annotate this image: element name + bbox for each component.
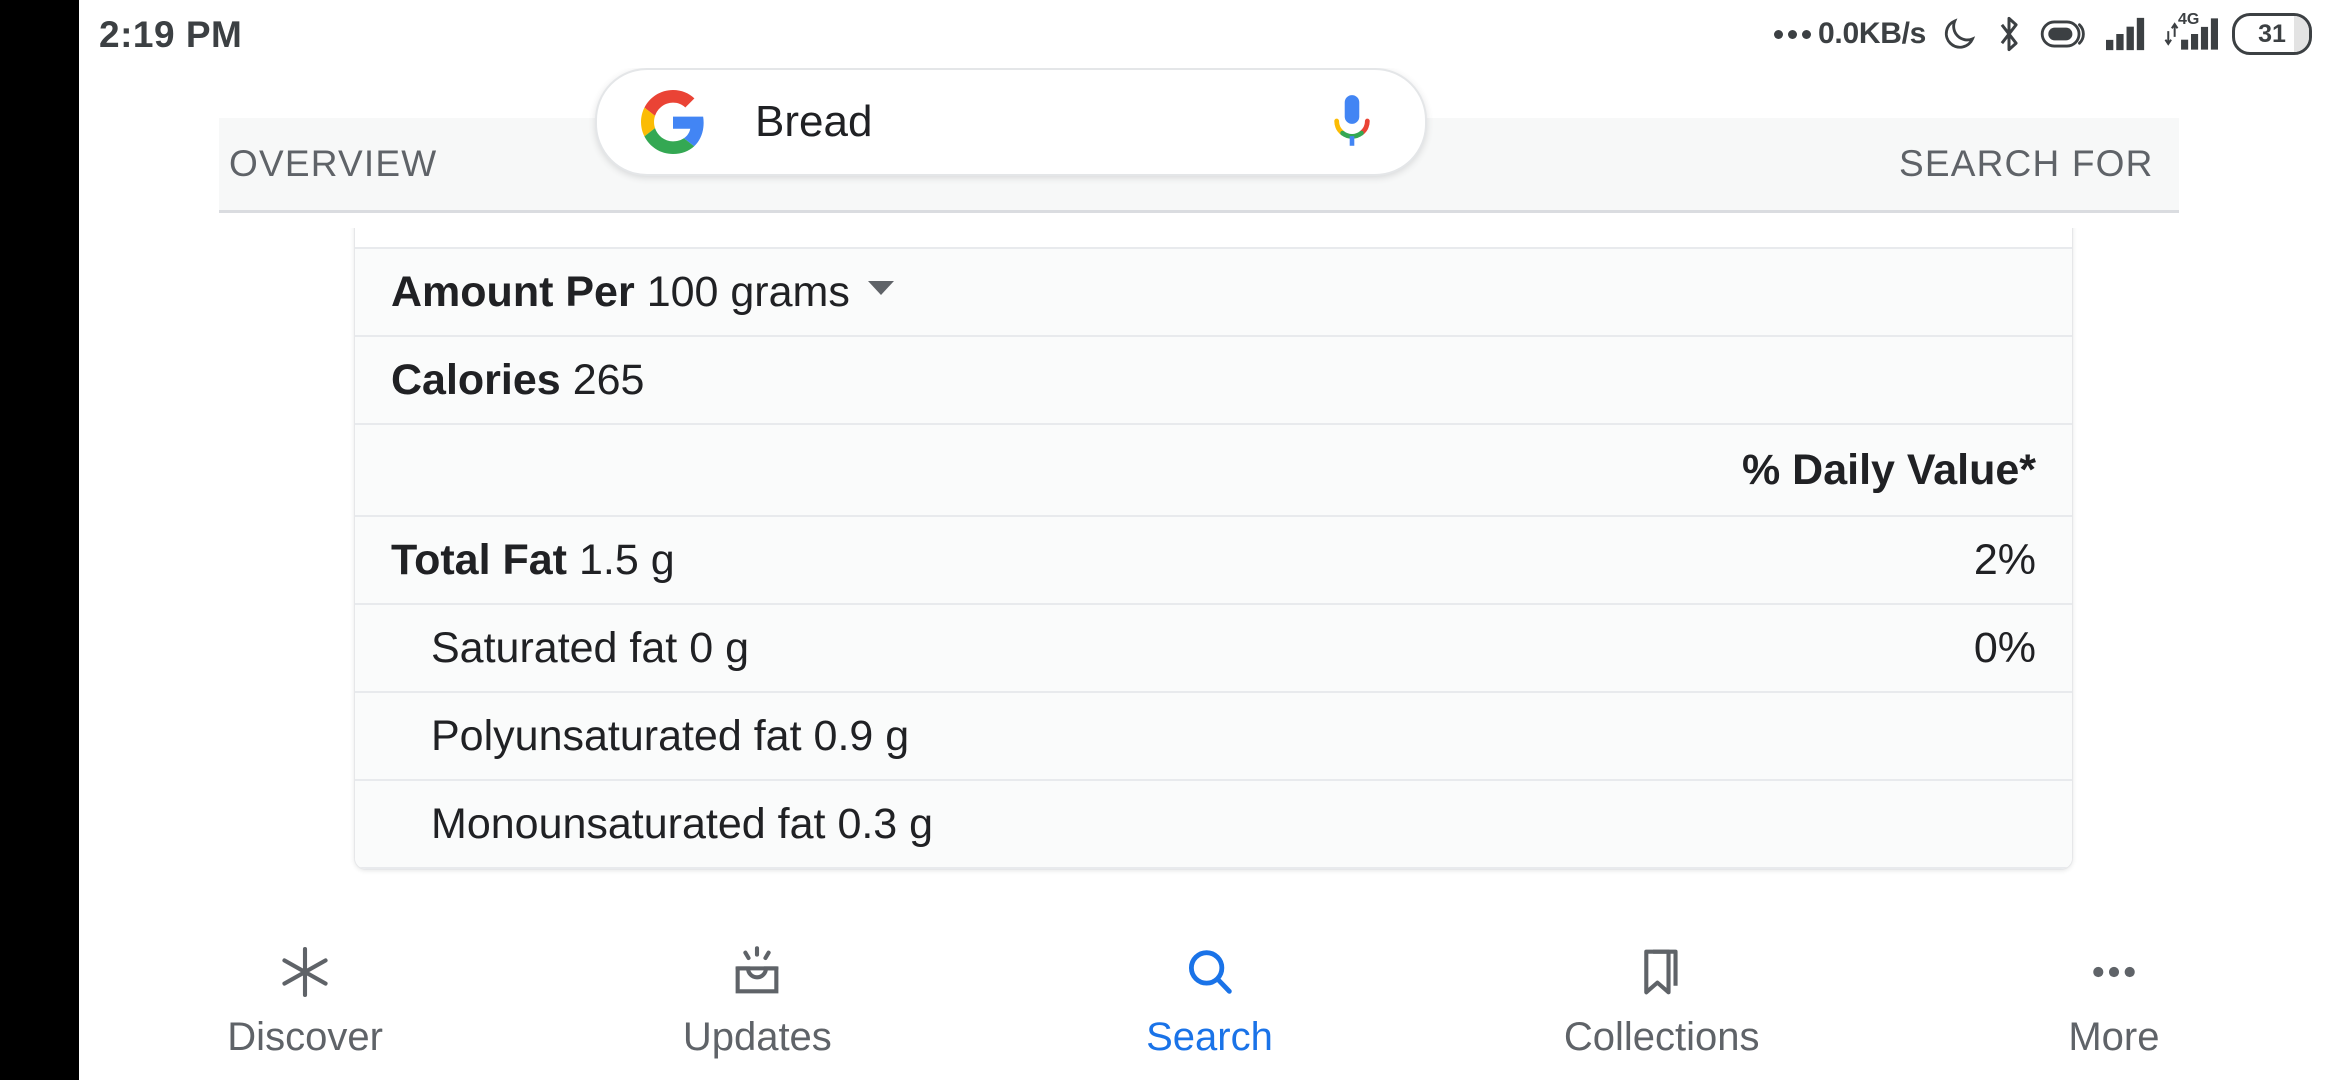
- network-speed-label: 0.0KB/s: [1818, 17, 1926, 50]
- nav-item-search[interactable]: Search: [983, 920, 1435, 1080]
- calories-label: Calories: [391, 355, 561, 404]
- nutrient-label: Polyunsaturated fat: [431, 711, 802, 760]
- ellipsis-icon: [1774, 29, 1812, 39]
- google-g-icon: [641, 90, 705, 154]
- network-type-label: 4G: [2178, 11, 2200, 28]
- daily-value-header-row: % Daily Value*: [355, 425, 2072, 517]
- inbox-rays-icon: [728, 941, 786, 1003]
- bottom-navigation-bar: Discover Updates Search Collections More: [79, 920, 2340, 1080]
- table-row: Saturated fat 0 g 0%: [355, 605, 2072, 693]
- bookmark-icon: [1633, 941, 1691, 1003]
- search-input[interactable]: Bread: [755, 97, 1329, 147]
- calories-value: 265: [572, 355, 645, 404]
- nav-label: Discover: [227, 1014, 383, 1059]
- chevron-down-icon[interactable]: [867, 281, 894, 295]
- nutrient-amount: 0.9 g: [813, 711, 910, 760]
- nutrient-daily-value: 2%: [1973, 535, 2036, 584]
- status-bar: 2:19 PM 0.0KB/s 4G 31: [79, 0, 2340, 68]
- signal-bars-4g-icon: 4G: [2164, 11, 2218, 51]
- dnd-moon-icon: [1940, 15, 1978, 53]
- calories-row: Calories 265: [355, 337, 2072, 425]
- nutrient-amount: 0.3 g: [837, 799, 934, 848]
- tab-search-for[interactable]: SEARCH FOR: [1899, 118, 2154, 210]
- ellipsis-icon: [2085, 941, 2143, 1003]
- nav-item-more[interactable]: More: [1888, 920, 2340, 1080]
- nav-label: Search: [1146, 1014, 1273, 1059]
- serving-size-row[interactable]: Amount Per 100 grams: [355, 249, 2072, 337]
- status-bar-indicators: 0.0KB/s 4G 31: [1774, 10, 2312, 58]
- nutrient-amount: 1.5 g: [578, 535, 675, 584]
- nav-item-updates[interactable]: Updates: [531, 920, 983, 1080]
- search-header: OVERVIEW SEARCH FOR Bread: [79, 68, 2340, 228]
- bluetooth-icon: [1992, 14, 2026, 54]
- microphone-icon[interactable]: [1329, 93, 1375, 151]
- serving-size-value: 100 grams: [646, 267, 850, 316]
- screen-bezel-left: [0, 0, 79, 1080]
- tab-overview[interactable]: OVERVIEW: [229, 118, 437, 210]
- nutrient-amount: 0 g: [689, 623, 750, 672]
- nav-item-discover[interactable]: Discover: [79, 920, 531, 1080]
- nutrient-label: Monounsaturated fat: [431, 799, 826, 848]
- google-app: 2:19 PM 0.0KB/s 4G 31 OVERVIEW SEARCH FO…: [79, 0, 2340, 1080]
- nav-label: More: [2068, 1014, 2160, 1059]
- daily-value-header: % Daily Value*: [1742, 445, 2036, 494]
- headset-icon: [2040, 17, 2092, 51]
- nutrient-label: Saturated fat: [431, 623, 678, 672]
- nav-label: Collections: [1563, 1014, 1760, 1059]
- status-bar-clock: 2:19 PM: [99, 14, 243, 55]
- network-speed-indicator: 0.0KB/s: [1774, 17, 1926, 51]
- magnifier-icon: [1181, 941, 1239, 1003]
- table-row: Polyunsaturated fat 0.9 g: [355, 693, 2072, 781]
- nav-item-collections[interactable]: Collections: [1436, 920, 1888, 1080]
- search-bar[interactable]: Bread: [595, 68, 1427, 176]
- nutrition-facts-card: Bread, white Amount Per 100 grams Calori…: [354, 164, 2073, 870]
- nutrient-daily-value: 0%: [1973, 623, 2036, 672]
- battery-icon: 31: [2232, 13, 2312, 55]
- asterisk-icon: [276, 941, 334, 1003]
- signal-bars-icon: [2106, 17, 2150, 51]
- battery-level-label: 31: [2258, 19, 2286, 48]
- nutrient-label: Total Fat: [391, 535, 567, 584]
- table-row: Monounsaturated fat 0.3 g: [355, 781, 2072, 869]
- phone-screen: 2:19 PM 0.0KB/s 4G 31 OVERVIEW SEARCH FO…: [0, 0, 2340, 1080]
- amount-per-label: Amount Per: [391, 267, 635, 316]
- table-row: Total Fat 1.5 g 2%: [355, 517, 2072, 605]
- nav-label: Updates: [682, 1014, 832, 1059]
